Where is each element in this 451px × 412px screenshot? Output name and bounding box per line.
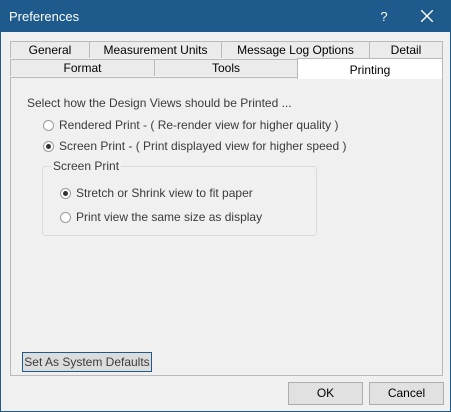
radio-checked-icon (60, 187, 71, 199)
screen-print-radio[interactable]: Screen Print - ( Print displayed view fo… (43, 139, 346, 153)
ok-button[interactable]: OK (288, 382, 363, 405)
rendered-print-label: Rendered Print - ( Re-render view for hi… (59, 118, 339, 132)
tab-message-log-options[interactable]: Message Log Options (221, 41, 370, 58)
tab-general[interactable]: General (10, 41, 90, 58)
screen-print-group: Screen Print Stretch or Shrink view to f… (42, 159, 317, 236)
tab-detail[interactable]: Detail (369, 41, 443, 58)
radio-unchecked-icon (43, 119, 54, 131)
set-system-defaults-button[interactable]: Set As System Defaults (22, 352, 152, 372)
screen-print-label: Screen Print - ( Print displayed view fo… (59, 139, 347, 153)
close-button[interactable] (404, 1, 450, 32)
tab-measurement-units[interactable]: Measurement Units (89, 41, 222, 58)
print-mode-caption: Select how the Design Views should be Pr… (27, 96, 292, 110)
printing-panel: Select how the Design Views should be Pr… (10, 77, 443, 376)
screen-print-group-legend: Screen Print (51, 159, 122, 173)
radio-checked-icon (43, 140, 54, 152)
same-size-label: Print view the same size as display (76, 210, 263, 224)
same-size-radio[interactable]: Print view the same size as display (60, 210, 262, 224)
stretch-shrink-label: Stretch or Shrink view to fit paper (76, 186, 253, 200)
tab-printing[interactable]: Printing (297, 58, 443, 79)
tab-tools[interactable]: Tools (154, 59, 298, 76)
stretch-shrink-radio[interactable]: Stretch or Shrink view to fit paper (60, 186, 253, 200)
close-icon (421, 10, 433, 22)
rendered-print-radio[interactable]: Rendered Print - ( Re-render view for hi… (43, 118, 338, 132)
window-title: Preferences (9, 9, 80, 24)
radio-unchecked-icon (60, 211, 71, 223)
tab-format[interactable]: Format (10, 59, 155, 76)
title-bar: Preferences ? (1, 1, 450, 32)
cancel-button[interactable]: Cancel (369, 382, 444, 405)
preferences-dialog: Preferences ? General Measurement Units … (0, 0, 451, 412)
help-button[interactable]: ? (364, 1, 404, 32)
